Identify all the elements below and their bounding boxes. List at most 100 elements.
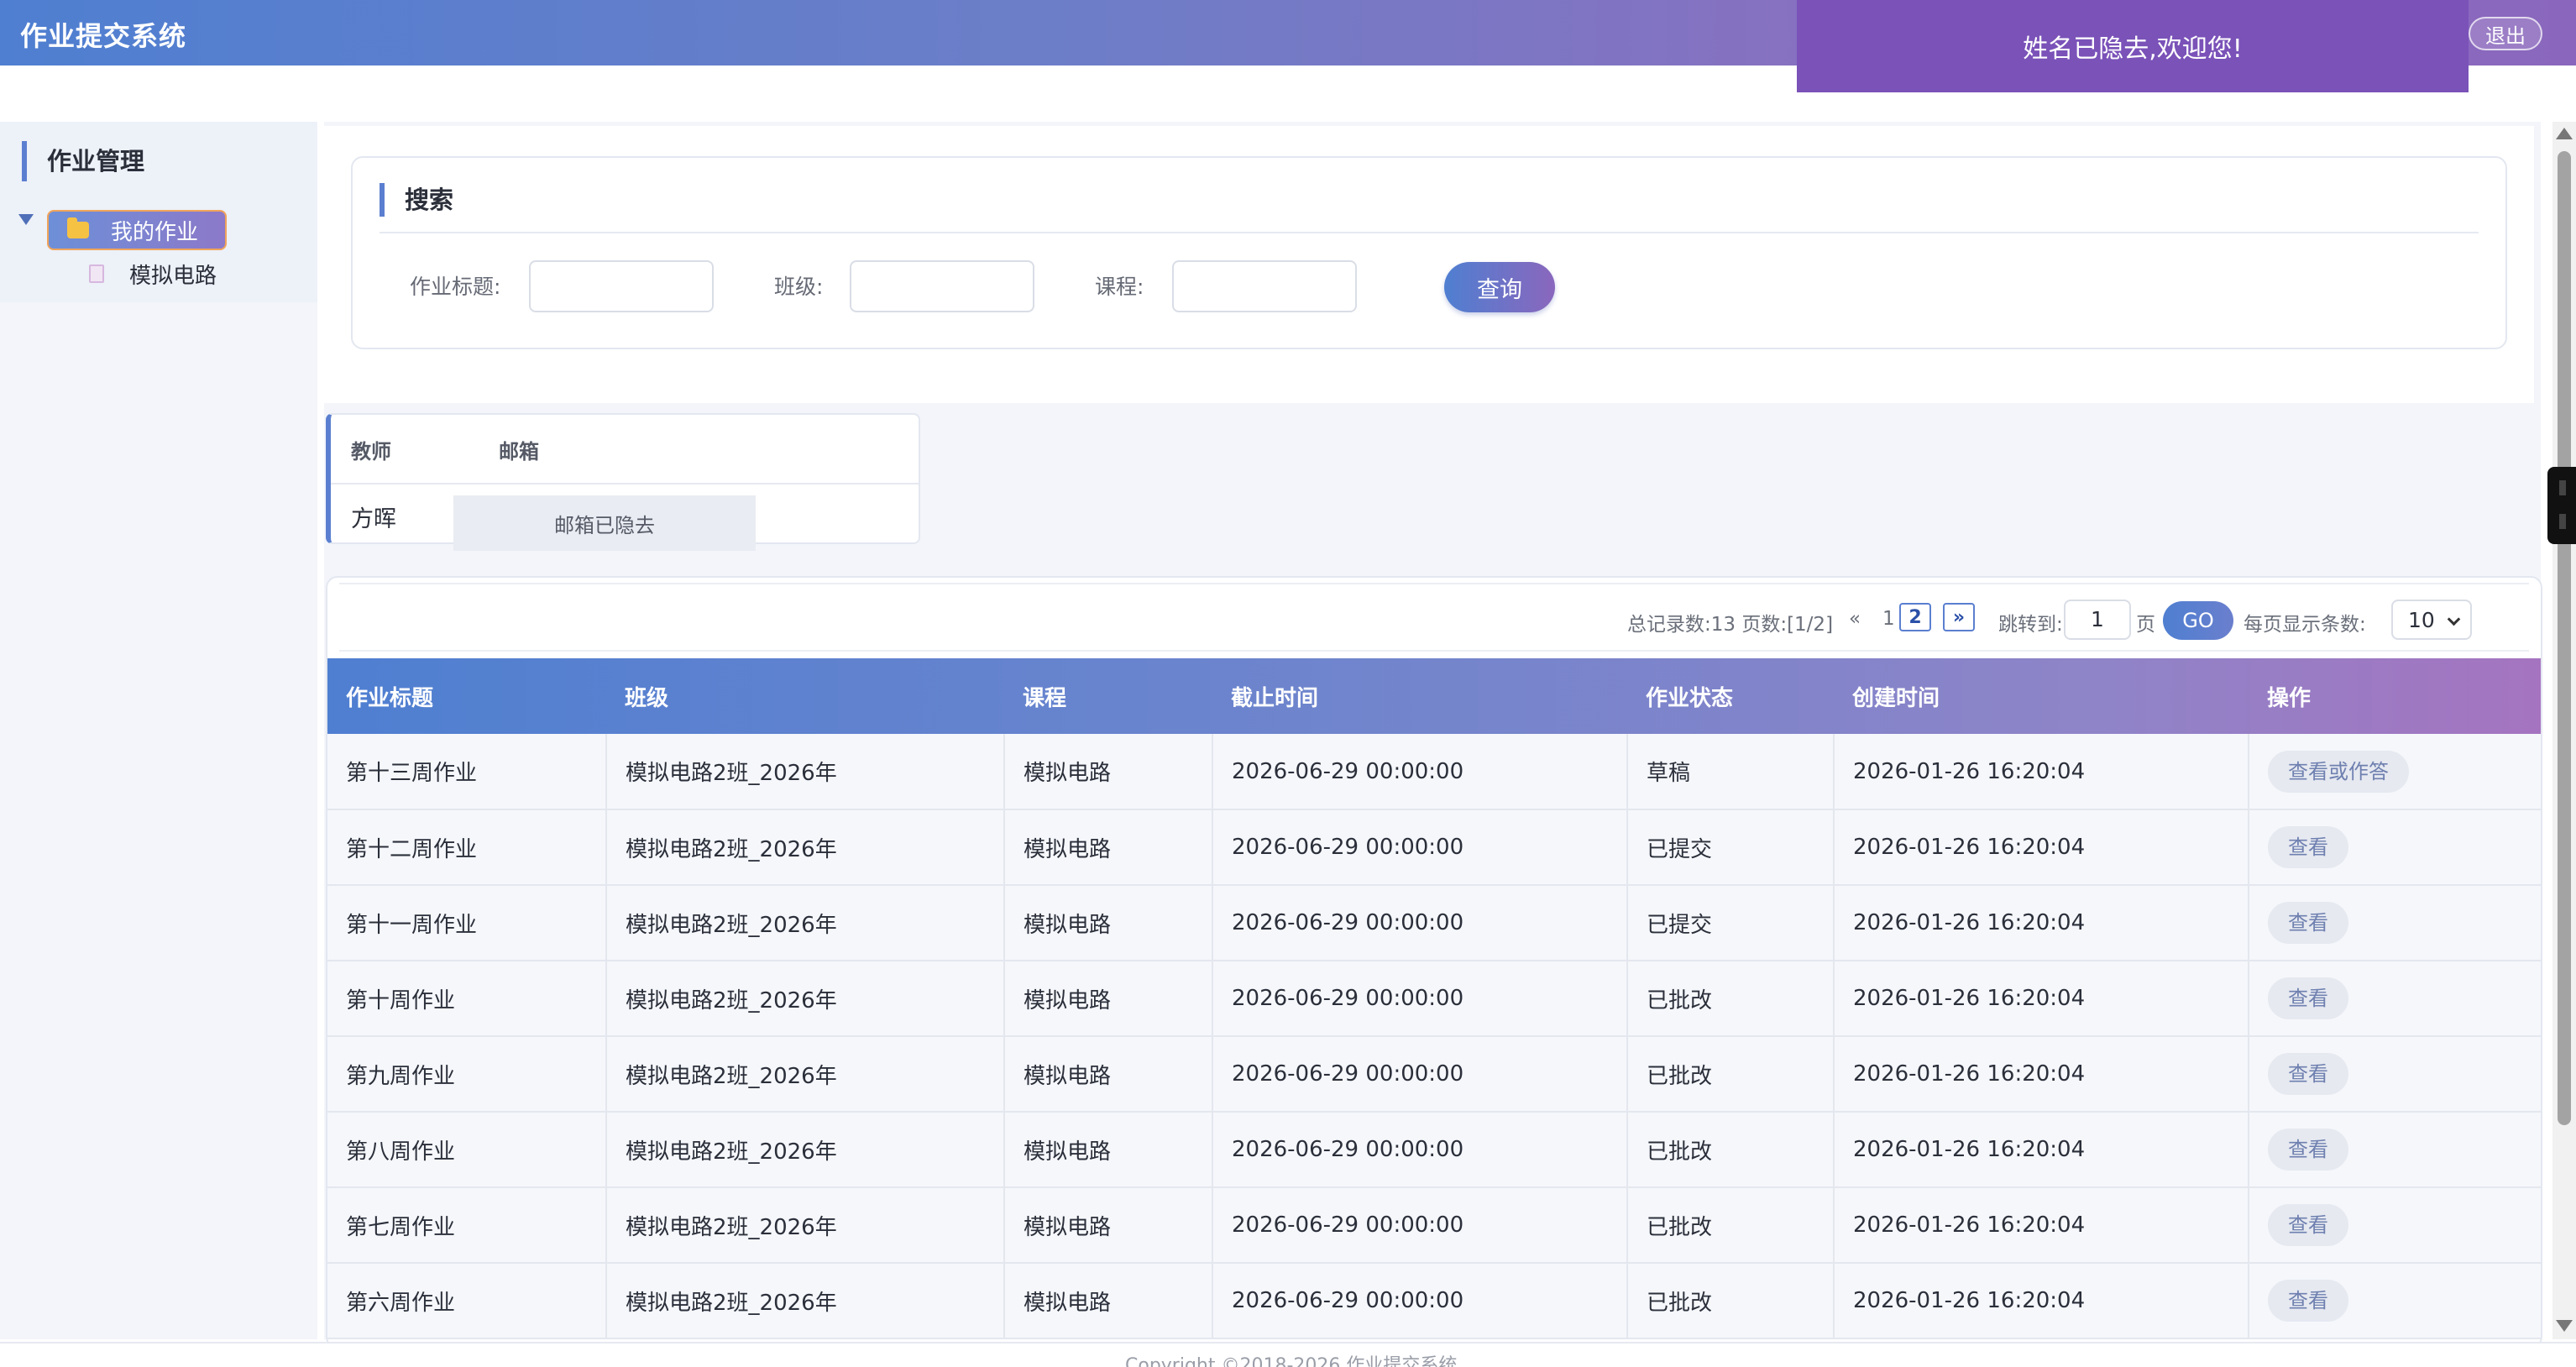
search-card [351, 156, 2507, 349]
cell-created: 2026-01-26 16:20:04 [1834, 1263, 2249, 1339]
course-field-label: 课程: [1095, 275, 1144, 299]
view-button[interactable]: 查看 [2268, 1204, 2348, 1246]
pager-go-button[interactable]: GO [2163, 601, 2233, 640]
cell-status: 已提交 [1627, 885, 1835, 961]
cell-course: 模拟电路 [1004, 885, 1213, 961]
cell-status: 已批改 [1627, 1263, 1835, 1339]
course-search-input[interactable] [1172, 260, 1357, 312]
search-divider [380, 232, 2479, 233]
cell-action: 查看 [2249, 809, 2541, 886]
title-search-input[interactable] [529, 260, 714, 312]
file-icon [89, 264, 104, 283]
cell-action: 查看 [2249, 885, 2541, 961]
view-button[interactable]: 查看 [2268, 977, 2348, 1019]
cell-action: 查看 [2249, 1187, 2541, 1264]
sidebar-item-my-homework[interactable]: 我的作业 [47, 210, 227, 250]
cell-class: 模拟电路2班_2026年 [606, 961, 1005, 1037]
view-button[interactable]: 查看 [2268, 1280, 2348, 1322]
view-button[interactable]: 查看 [2268, 902, 2348, 944]
col-header-title: 作业标题 [346, 685, 434, 711]
cell-class: 模拟电路2班_2026年 [606, 1036, 1005, 1113]
chevron-down-icon [2447, 612, 2461, 626]
pager-page-2-current[interactable]: 2 [1899, 603, 1931, 631]
cell-class: 模拟电路2班_2026年 [606, 734, 1005, 810]
view-or-answer-button[interactable]: 查看或作答 [2268, 750, 2409, 793]
table-row: 第八周作业 模拟电路2班_2026年 模拟电路 2026-06-29 00:00… [327, 1112, 2541, 1188]
per-page-value: 10 [2408, 607, 2435, 632]
pager-prev-link[interactable]: « [1849, 608, 1861, 630]
cell-created: 2026-01-26 16:20:04 [1834, 961, 2249, 1037]
scroll-down-arrow-icon[interactable] [2556, 1320, 2573, 1332]
query-button[interactable]: 查询 [1444, 262, 1555, 312]
col-header-deadline: 截止时间 [1231, 685, 1319, 711]
sidebar-item-label: 我的作业 [111, 219, 199, 245]
welcome-banner: 姓名已隐去,欢迎您! [1797, 0, 2469, 92]
pager-next-link[interactable]: » [1943, 603, 1975, 631]
logout-button[interactable]: 退出 [2469, 17, 2542, 50]
cell-course: 模拟电路 [1004, 809, 1213, 886]
cell-deadline: 2026-06-29 00:00:00 [1212, 809, 1628, 886]
cell-created: 2026-01-26 16:20:04 [1834, 1112, 2249, 1188]
view-button[interactable]: 查看 [2268, 1129, 2348, 1171]
cell-created: 2026-01-26 16:20:04 [1834, 734, 2249, 810]
cell-class: 模拟电路2班_2026年 [606, 1187, 1005, 1264]
cell-status: 已批改 [1627, 961, 1835, 1037]
col-header-action: 操作 [2267, 685, 2312, 711]
teacher-email: 邮箱已隐去 [453, 495, 756, 551]
cell-title: 第十一周作业 [327, 885, 607, 961]
teacher-name: 方晖 [351, 506, 396, 532]
side-drag-handle[interactable] [2547, 467, 2576, 544]
class-search-input[interactable] [850, 260, 1034, 312]
table-header-row: 作业标题 班级 课程 截止时间 作业状态 创建时间 操作 [327, 658, 2541, 734]
view-button[interactable]: 查看 [2268, 826, 2348, 868]
table-row: 第七周作业 模拟电路2班_2026年 模拟电路 2026-06-29 00:00… [327, 1187, 2541, 1264]
cell-status: 已批改 [1627, 1112, 1835, 1188]
table-row: 第十周作业 模拟电路2班_2026年 模拟电路 2026-06-29 00:00… [327, 961, 2541, 1037]
cell-deadline: 2026-06-29 00:00:00 [1212, 734, 1628, 810]
pager-page-1[interactable]: 1 [1882, 608, 1895, 630]
scroll-up-arrow-icon[interactable] [2556, 128, 2573, 139]
table-row: 第十三周作业 模拟电路2班_2026年 模拟电路 2026-06-29 00:0… [327, 734, 2541, 810]
title-field-label: 作业标题: [410, 275, 501, 299]
view-button[interactable]: 查看 [2268, 1053, 2348, 1095]
class-field-label: 班级: [774, 275, 824, 299]
cell-created: 2026-01-26 16:20:04 [1834, 885, 2249, 961]
tree-expand-caret-icon[interactable] [18, 214, 34, 225]
pager-jump-input[interactable]: 1 [2064, 600, 2131, 640]
search-title: 搜索 [380, 183, 453, 217]
sidebar-title: 作业管理 [22, 141, 144, 181]
cell-course: 模拟电路 [1004, 1263, 1213, 1339]
col-header-class: 班级 [625, 685, 669, 711]
cell-action: 查看 [2249, 1112, 2541, 1188]
cell-deadline: 2026-06-29 00:00:00 [1212, 961, 1628, 1037]
pager-divider-bottom [339, 650, 2529, 652]
table-row: 第十二周作业 模拟电路2班_2026年 模拟电路 2026-06-29 00:0… [327, 809, 2541, 886]
cell-action: 查看 [2249, 1036, 2541, 1113]
teacher-column-header: 教师 [351, 440, 391, 464]
sidebar-item-analog-circuit[interactable]: 模拟电路 [89, 257, 217, 291]
cell-deadline: 2026-06-29 00:00:00 [1212, 1263, 1628, 1339]
table-row: 第九周作业 模拟电路2班_2026年 模拟电路 2026-06-29 00:00… [327, 1036, 2541, 1113]
pager-summary: 总记录数:13 页数:[1/2] [1627, 614, 1834, 636]
sidebar [0, 122, 317, 1339]
cell-title: 第六周作业 [327, 1263, 607, 1339]
cell-title: 第十三周作业 [327, 734, 607, 810]
cell-deadline: 2026-06-29 00:00:00 [1212, 1036, 1628, 1113]
col-header-course: 课程 [1023, 685, 1067, 711]
cell-status: 已提交 [1627, 809, 1835, 886]
cell-deadline: 2026-06-29 00:00:00 [1212, 1112, 1628, 1188]
cell-class: 模拟电路2班_2026年 [606, 809, 1005, 886]
cell-action: 查看 [2249, 1263, 2541, 1339]
app-title: 作业提交系统 [20, 20, 187, 52]
pager-page-unit: 页 [2136, 614, 2155, 636]
cell-deadline: 2026-06-29 00:00:00 [1212, 885, 1628, 961]
cell-course: 模拟电路 [1004, 1112, 1213, 1188]
cell-status: 草稿 [1627, 734, 1835, 810]
cell-course: 模拟电路 [1004, 1187, 1213, 1264]
per-page-select[interactable]: 10 [2391, 600, 2472, 640]
email-column-header: 邮箱 [499, 440, 539, 464]
cell-class: 模拟电路2班_2026年 [606, 1112, 1005, 1188]
cell-title: 第七周作业 [327, 1187, 607, 1264]
scrollbar-thumb[interactable] [2558, 151, 2571, 1125]
sidebar-item-label: 模拟电路 [129, 263, 217, 289]
